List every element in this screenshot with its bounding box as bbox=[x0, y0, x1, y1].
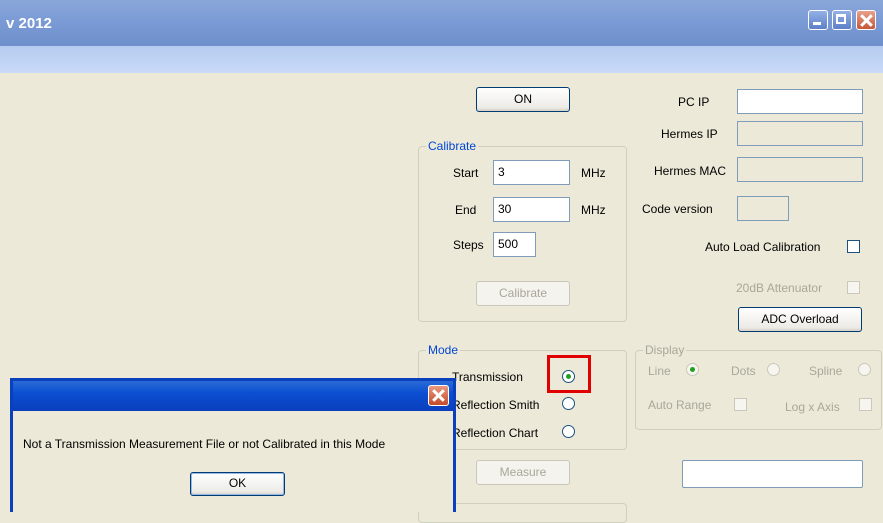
hermes-mac-label: Hermes MAC bbox=[654, 164, 727, 178]
line-label: Line bbox=[648, 364, 671, 378]
reflection-smith-radio[interactable] bbox=[562, 397, 575, 410]
adc-overload-button[interactable]: ADC Overload bbox=[738, 307, 862, 332]
code-version-label: Code version bbox=[642, 202, 713, 216]
auto-range-label: Auto Range bbox=[648, 398, 712, 412]
reflection-chart-label: Reflection Chart bbox=[452, 426, 539, 440]
code-version-field bbox=[737, 196, 789, 221]
menu-bar bbox=[0, 46, 883, 73]
calibrate-button: Calibrate bbox=[476, 281, 570, 306]
calibrate-group-caption: Calibrate bbox=[426, 139, 479, 153]
red-highlight-box bbox=[547, 355, 591, 393]
auto-range-checkbox bbox=[734, 398, 747, 411]
minimize-icon[interactable] bbox=[808, 10, 828, 30]
dialog-close-icon[interactable] bbox=[428, 385, 449, 406]
attenuator-checkbox bbox=[847, 281, 860, 294]
start-label: Start bbox=[453, 166, 479, 180]
measure-button: Measure bbox=[476, 460, 570, 485]
dialog-message: Not a Transmission Measurement File or n… bbox=[23, 437, 386, 451]
reflection-smith-label: Reflection Smith bbox=[452, 398, 540, 412]
log-x-axis-checkbox bbox=[859, 398, 872, 411]
steps-label: Steps bbox=[453, 238, 484, 252]
auto-load-calibration-checkbox[interactable] bbox=[847, 240, 860, 253]
start-unit: MHz bbox=[581, 166, 606, 180]
hermes-ip-label: Hermes IP bbox=[661, 127, 718, 141]
reflection-chart-radio[interactable] bbox=[562, 425, 575, 438]
steps-input[interactable]: 500 bbox=[493, 232, 536, 257]
end-input[interactable]: 30 bbox=[493, 197, 570, 222]
pc-ip-label: PC IP bbox=[678, 95, 710, 109]
display-group: Display bbox=[635, 343, 882, 430]
spline-radio bbox=[858, 363, 871, 376]
transmission-label: Transmission bbox=[452, 370, 523, 384]
message-dialog: Not a Transmission Measurement File or n… bbox=[10, 378, 456, 512]
hermes-mac-field bbox=[737, 157, 863, 182]
status-output-field bbox=[682, 460, 863, 488]
display-group-caption: Display bbox=[643, 343, 687, 357]
window-title: v 2012 bbox=[6, 15, 52, 32]
dialog-title-bar bbox=[13, 381, 453, 411]
hermes-ip-field bbox=[737, 121, 863, 146]
log-x-axis-label: Log x Axis bbox=[785, 400, 840, 414]
title-bar: v 2012 bbox=[0, 0, 883, 46]
mode-group-caption: Mode bbox=[426, 343, 461, 357]
dots-label: Dots bbox=[731, 364, 756, 378]
pc-ip-input[interactable] bbox=[737, 89, 863, 114]
ok-button[interactable]: OK bbox=[190, 472, 285, 496]
attenuator-label: 20dB Attenuator bbox=[736, 281, 823, 295]
line-radio bbox=[686, 363, 699, 376]
on-button[interactable]: ON bbox=[476, 87, 570, 112]
end-label: End bbox=[455, 203, 477, 217]
end-unit: MHz bbox=[581, 203, 606, 217]
spline-label: Spline bbox=[809, 364, 843, 378]
auto-load-calibration-label: Auto Load Calibration bbox=[705, 240, 821, 254]
maximize-icon[interactable] bbox=[832, 10, 852, 30]
dots-radio bbox=[767, 363, 780, 376]
start-input[interactable]: 3 bbox=[493, 160, 570, 185]
close-icon[interactable] bbox=[856, 10, 876, 30]
